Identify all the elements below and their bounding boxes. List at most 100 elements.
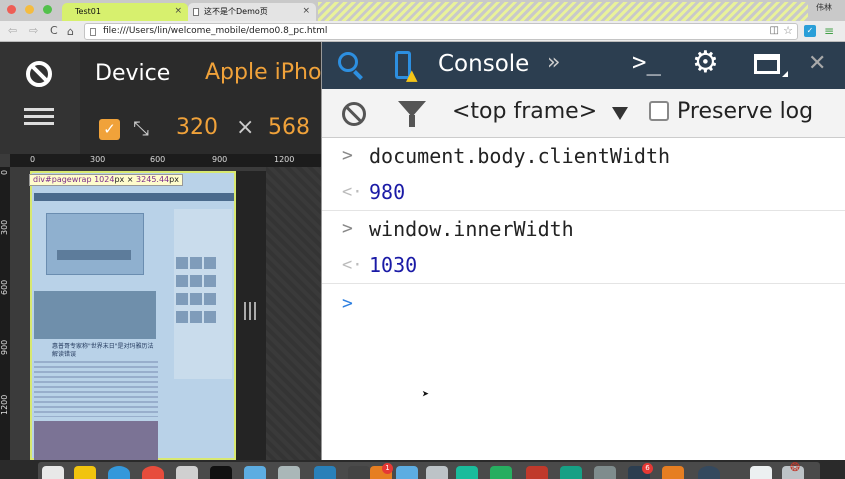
bookmark-star-icon[interactable]: ☆ (783, 24, 793, 37)
preserve-log-label[interactable]: Preserve log (677, 99, 813, 124)
preserve-log-checkbox[interactable] (649, 101, 669, 121)
document-icon[interactable] (750, 466, 772, 479)
chevron-down-icon[interactable] (612, 107, 628, 120)
reload-icon[interactable]: C (50, 24, 58, 37)
highlight-times: × (126, 175, 134, 184)
site-nav-bar (34, 193, 234, 201)
console-prompt[interactable]: > (342, 293, 353, 314)
input-prompt-icon: > (342, 218, 353, 239)
console-result-line: <· 1030 (322, 248, 845, 284)
highlight-unit: px (114, 175, 125, 184)
window-minimize-button[interactable] (25, 5, 34, 14)
home-icon[interactable]: ⌂ (67, 25, 74, 38)
ruler-top: 0 300 600 900 1200 (10, 154, 321, 167)
forward-arrow-icon[interactable]: ⇨ (29, 24, 38, 37)
site-banner-image (46, 213, 144, 275)
emulation-side-controls (0, 42, 80, 154)
device-model-select[interactable]: Apple iPho (205, 60, 321, 85)
site-photo (34, 291, 156, 339)
result-arrow-icon: <· (342, 182, 363, 202)
window-close-button[interactable] (7, 5, 16, 14)
dock: 1 6 ❂ (0, 460, 845, 479)
dock-menu-arrow-icon[interactable] (782, 71, 788, 77)
app-icon[interactable] (490, 466, 512, 479)
app-icon[interactable] (314, 466, 336, 479)
browser-toolbar: ⇦ ⇨ C ⌂ file:///Users/lin/welcome_mobile… (0, 21, 845, 42)
page-icon (90, 28, 96, 36)
app-icon[interactable] (176, 466, 198, 479)
console-command: document.body.clientWidth (369, 144, 671, 168)
ruler-label: 300 (90, 155, 106, 164)
input-prompt-icon: > (342, 145, 353, 166)
app-icon[interactable] (426, 466, 448, 479)
tab-label: Test01 (75, 7, 101, 16)
finder-icon[interactable] (42, 466, 64, 479)
warning-icon: ▲ (406, 66, 418, 84)
address-bar[interactable]: file:///Users/lin/welcome_mobile/demo0.8… (84, 23, 798, 40)
viewport-resize-handle[interactable] (244, 302, 259, 322)
terminal-icon[interactable] (210, 466, 232, 479)
clear-console-icon[interactable] (342, 102, 366, 126)
ruler-label: 0 (30, 155, 36, 164)
more-tabs-chevron-icon[interactable]: » (547, 50, 560, 75)
swap-dimensions-icon[interactable]: ⤡ (133, 116, 149, 140)
app-icon[interactable] (348, 466, 370, 479)
browser-tab-strip: Test01 × 这不是个Demo页 × 伟林 (0, 0, 845, 21)
device-emulation-pane: Device Apple iPho ✓ ⤡ 320 × 568 0 300 60… (0, 42, 321, 461)
emulation-settings-icon[interactable] (24, 108, 54, 128)
filter-icon[interactable] (398, 101, 426, 127)
tab-close-icon[interactable]: × (174, 3, 182, 20)
tab-demo-page[interactable]: 这不是个Demo页 × (188, 3, 316, 21)
tab-console[interactable]: Console (438, 51, 529, 77)
disable-emulation-icon[interactable] (26, 61, 52, 87)
dock-side-icon[interactable] (754, 54, 780, 74)
console-output[interactable]: > document.body.clientWidth <· 980 > win… (322, 139, 845, 460)
page-icon (193, 8, 199, 16)
console-drawer-icon[interactable]: >_ (632, 48, 661, 76)
device-label: Device (95, 61, 171, 86)
console-result-line: <· 980 (322, 175, 845, 211)
app-icon[interactable]: 6 (628, 463, 653, 479)
ruler-label: 600 (0, 279, 9, 295)
menu-icon[interactable]: ≡ (824, 24, 834, 38)
app-icon[interactable]: 1 (370, 463, 393, 479)
extension-icon[interactable]: ✓ (804, 25, 816, 37)
url-text[interactable]: file:///Users/lin/welcome_mobile/demo0.8… (103, 24, 327, 39)
emulation-canvas-background (266, 167, 321, 460)
gear-icon[interactable]: ⚙ (692, 45, 719, 80)
safari-icon[interactable] (108, 466, 130, 479)
tab-close-icon[interactable]: × (302, 3, 310, 20)
emulated-viewport[interactable]: 惠普哥专家称"世界末日"是对玛雅历法解读错误 (30, 171, 236, 461)
inspect-search-icon[interactable] (338, 52, 358, 72)
emulation-header: Device Apple iPho ✓ ⤡ 320 × 568 (0, 42, 321, 154)
highlight-height: 3245.44 (136, 175, 170, 184)
site-photo (34, 421, 158, 461)
devtools-panel: ▲ Console » >_ ⚙ ✕ <top frame> Preserve … (321, 42, 845, 460)
app-icon[interactable] (526, 466, 548, 479)
profile-name[interactable]: 伟林 (816, 2, 832, 13)
site-sidebar (174, 209, 232, 379)
ruler-label: 1200 (274, 155, 295, 164)
frame-selector[interactable]: <top frame> (452, 99, 597, 124)
site-headline[interactable]: 惠普哥专家称"世界末日"是对玛雅历法解读错误 (52, 343, 158, 359)
app-icon[interactable] (594, 466, 616, 479)
chrome-icon[interactable] (142, 466, 164, 479)
xcode-icon[interactable] (244, 466, 266, 479)
window-maximize-button[interactable] (43, 5, 52, 14)
ruler-label: 1200 (0, 394, 9, 415)
notification-badge: 1 (382, 463, 393, 474)
fit-checkbox[interactable]: ✓ (99, 119, 120, 140)
back-arrow-icon[interactable]: ⇦ (8, 24, 17, 37)
app-icon[interactable] (662, 466, 684, 479)
app-icon[interactable] (456, 466, 478, 479)
width-field[interactable]: 320 (176, 115, 218, 140)
app-icon[interactable] (396, 466, 418, 479)
tab-test01[interactable]: Test01 × (62, 3, 188, 21)
app-icon[interactable] (278, 466, 300, 479)
height-field[interactable]: 568 (268, 115, 310, 140)
app-icon[interactable] (698, 466, 720, 479)
translate-icon[interactable]: ◫ (770, 25, 779, 36)
notes-icon[interactable] (74, 466, 96, 479)
close-icon[interactable]: ✕ (808, 51, 826, 76)
app-icon[interactable] (560, 466, 582, 479)
